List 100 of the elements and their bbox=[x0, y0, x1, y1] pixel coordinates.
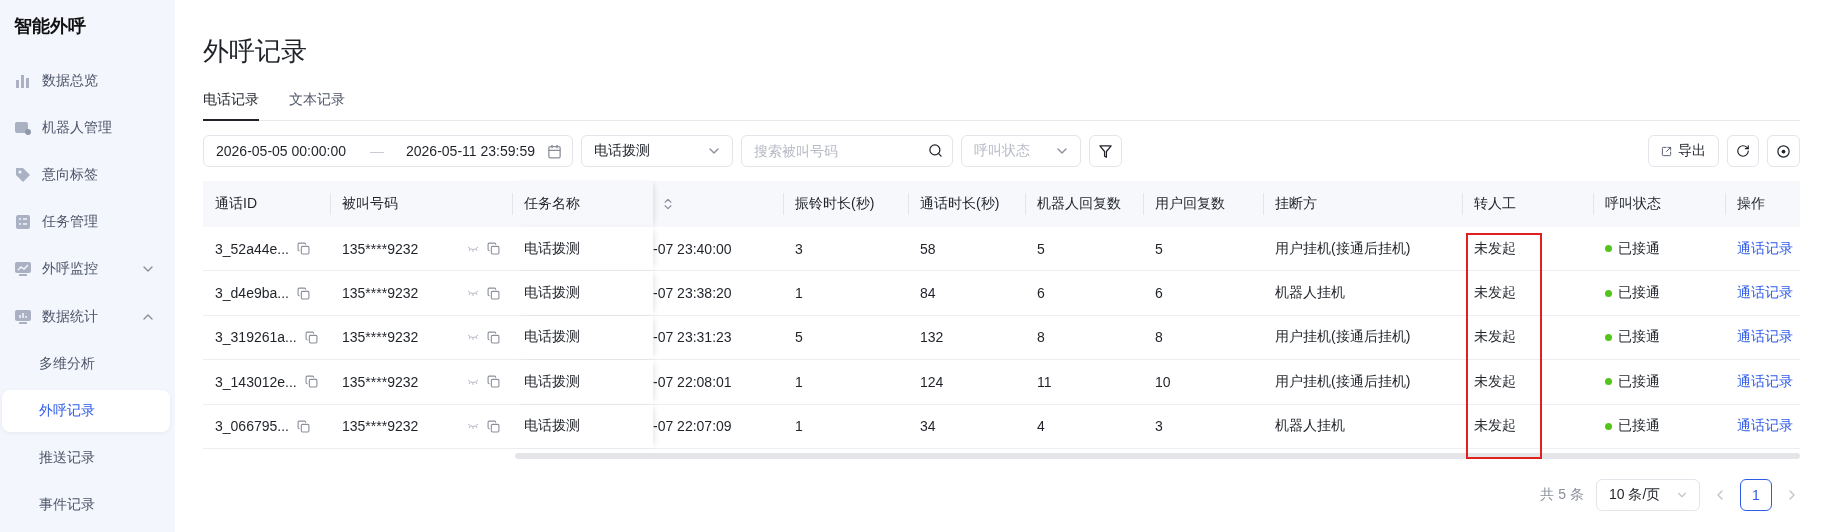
closed-eye-icon[interactable] bbox=[467, 244, 479, 253]
table-cell: 3 bbox=[795, 240, 803, 257]
sidebar-item[interactable]: 外呼记录 bbox=[2, 390, 170, 432]
copy-icon[interactable] bbox=[487, 242, 500, 256]
table-cell: 3_319261a... bbox=[215, 329, 297, 346]
column-header: 被叫号码 bbox=[342, 195, 398, 213]
monitor-chart-icon bbox=[14, 260, 32, 279]
call-record-link[interactable]: 通话记录 bbox=[1737, 328, 1793, 347]
table-cell: 未发起 bbox=[1474, 372, 1516, 391]
table-cell: 135****9232 bbox=[342, 418, 419, 435]
table-cell: 未发起 bbox=[1474, 284, 1516, 303]
status-dot bbox=[1605, 422, 1612, 430]
sidebar-item[interactable]: 推送记录 bbox=[2, 437, 170, 479]
status-dot bbox=[1605, 333, 1612, 341]
call-record-link[interactable]: 通话记录 bbox=[1737, 284, 1793, 303]
table-cell: 未发起 bbox=[1474, 239, 1516, 258]
tag-icon bbox=[14, 166, 32, 184]
sidebar-item[interactable]: 数据总览 bbox=[2, 60, 170, 102]
column-header: 通话ID bbox=[215, 195, 257, 213]
table-cell: 135****9232 bbox=[342, 373, 419, 390]
closed-eye-icon[interactable] bbox=[467, 377, 479, 386]
table-cell: 4 bbox=[1037, 418, 1045, 435]
search-field[interactable]: 搜索被叫号码 bbox=[741, 135, 953, 167]
column-header: 任务名称 bbox=[524, 195, 580, 213]
closed-eye-icon[interactable] bbox=[467, 289, 479, 298]
settings-button[interactable] bbox=[1767, 135, 1800, 167]
status-dot bbox=[1605, 289, 1612, 297]
table-cell: 3_52a44e... bbox=[215, 240, 289, 257]
tab[interactable]: 电话记录 bbox=[203, 91, 259, 121]
sidebar-item[interactable]: 数据统计 bbox=[2, 296, 170, 338]
table-cell: 已接通 bbox=[1618, 417, 1660, 436]
total-count: 共 5 条 bbox=[1540, 485, 1584, 504]
copy-icon[interactable] bbox=[487, 375, 500, 389]
search-icon bbox=[928, 143, 943, 158]
table-cell: 1 bbox=[795, 373, 803, 390]
table-cell: 电话拨测 bbox=[524, 417, 580, 436]
call-record-link[interactable]: 通话记录 bbox=[1737, 239, 1793, 258]
copy-icon[interactable] bbox=[487, 419, 500, 433]
task-select[interactable]: 电话拨测 bbox=[581, 135, 733, 167]
sidebar-item[interactable]: 多维分析 bbox=[2, 343, 170, 385]
monitor-bars-icon bbox=[14, 307, 32, 326]
column-header: 通话时长(秒) bbox=[920, 195, 1000, 213]
table-cell: 5 bbox=[795, 329, 803, 346]
closed-eye-icon[interactable] bbox=[467, 333, 479, 342]
sidebar-item[interactable]: 任务管理 bbox=[2, 201, 170, 243]
table-cell: 58 bbox=[920, 240, 936, 257]
export-button[interactable]: 导出 bbox=[1648, 135, 1719, 167]
copy-icon[interactable] bbox=[304, 330, 318, 344]
sidebar-item[interactable]: 事件记录 bbox=[2, 484, 170, 527]
status-dot bbox=[1605, 245, 1612, 253]
sidebar-item[interactable]: 机器人管理 bbox=[2, 107, 170, 149]
date-range-field[interactable]: 2026-05-05 00:00:00 — 2026-05-11 23:59:59 bbox=[203, 135, 573, 167]
table-cell: 135****9232 bbox=[342, 329, 419, 346]
page-size-select[interactable]: 10 条/页 bbox=[1596, 478, 1700, 511]
refresh-button[interactable] bbox=[1727, 135, 1759, 167]
page-title: 外呼记录 bbox=[203, 35, 308, 68]
table-cell: 已接通 bbox=[1618, 328, 1660, 347]
table-cell: 132 bbox=[920, 329, 944, 346]
table-cell: 用户挂机(接通后挂机) bbox=[1275, 372, 1411, 391]
table-cell: 11 bbox=[1037, 373, 1052, 390]
copy-icon[interactable] bbox=[487, 330, 500, 344]
table-cell: 3_066795... bbox=[215, 418, 289, 435]
table-cell: 电话拨测 bbox=[524, 284, 580, 303]
horizontal-scrollbar[interactable] bbox=[515, 452, 1800, 459]
copy-icon[interactable] bbox=[296, 419, 310, 433]
table-cell: -07 23:31:23 bbox=[653, 329, 732, 346]
calendar-icon bbox=[547, 143, 562, 159]
refresh-icon bbox=[1736, 144, 1750, 158]
table-cell: 10 bbox=[1155, 373, 1171, 390]
table-cell: 135****9232 bbox=[342, 240, 419, 257]
app-title: 智能外呼 bbox=[13, 15, 87, 38]
table-cell: 135****9232 bbox=[342, 285, 419, 302]
column-header: 振铃时长(秒) bbox=[795, 195, 875, 213]
copy-icon[interactable] bbox=[487, 286, 500, 300]
table-cell: 5 bbox=[1037, 240, 1045, 257]
table-cell: 6 bbox=[1037, 285, 1045, 302]
table-cell: 未发起 bbox=[1474, 328, 1516, 347]
table-cell: 机器人挂机 bbox=[1275, 284, 1345, 303]
table-cell: -07 23:40:00 bbox=[653, 240, 732, 257]
copy-icon[interactable] bbox=[296, 242, 310, 256]
column-header: 转人工 bbox=[1474, 195, 1516, 213]
copy-icon[interactable] bbox=[296, 286, 310, 300]
column-header: 呼叫状态 bbox=[1605, 195, 1661, 213]
closed-eye-icon[interactable] bbox=[467, 422, 479, 431]
table-cell: 用户挂机(接通后挂机) bbox=[1275, 328, 1411, 347]
copy-icon[interactable] bbox=[304, 375, 318, 389]
table-cell: 8 bbox=[1155, 329, 1163, 346]
table-cell: 84 bbox=[920, 285, 936, 302]
sidebar-item[interactable]: 意向标签 bbox=[2, 154, 170, 196]
call-record-link[interactable]: 通话记录 bbox=[1737, 417, 1793, 436]
sidebar-item[interactable]: 外呼监控 bbox=[2, 248, 170, 290]
table-cell: 未发起 bbox=[1474, 417, 1516, 436]
call-record-link[interactable]: 通话记录 bbox=[1737, 372, 1793, 391]
tab[interactable]: 文本记录 bbox=[289, 91, 345, 121]
filter-button[interactable] bbox=[1089, 135, 1122, 167]
page-button[interactable]: 1 bbox=[1740, 478, 1772, 511]
table-cell: -07 22:08:01 bbox=[653, 373, 732, 390]
status-dot bbox=[1605, 378, 1612, 386]
table-cell: 5 bbox=[1155, 240, 1163, 257]
table-cell: 34 bbox=[920, 418, 936, 435]
